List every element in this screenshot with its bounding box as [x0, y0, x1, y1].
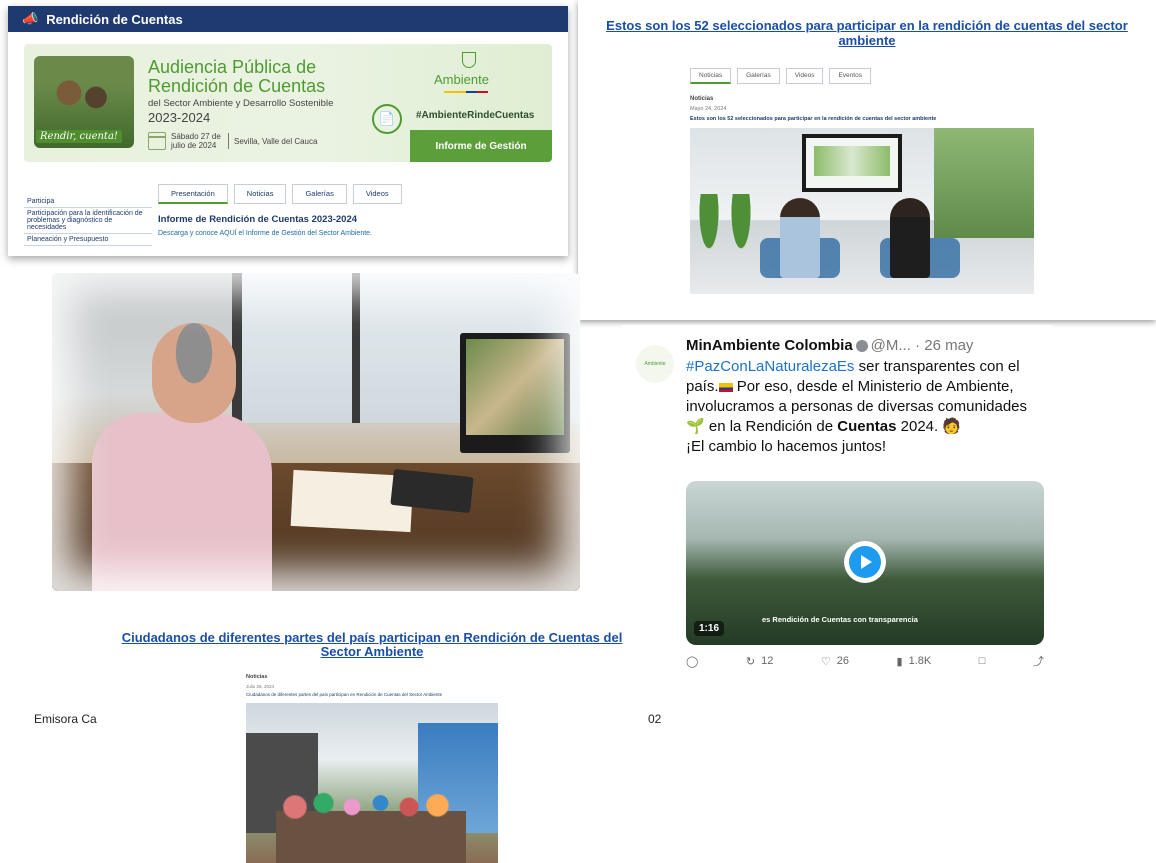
rendicion-site-screenshot: 📣 Rendición de Cuentas Rendir, cuenta! A… [8, 6, 568, 256]
person-emoji-icon: 🧑 [942, 418, 962, 435]
verified-icon [855, 340, 868, 353]
article-title: Estos son los 52 seleccionados para part… [690, 116, 937, 122]
video-caption: es Rendición de Cuentas con transparenci… [762, 615, 918, 624]
tweet-text-part: 2024. [896, 418, 939, 435]
tweet-line2: ¡El cambio lo hacemos juntos! [686, 438, 887, 455]
office-photo [52, 273, 580, 591]
tv-screen [802, 134, 902, 192]
tab-noticias[interactable]: Noticias [690, 68, 732, 84]
tweet-header: MinAmbiente Colombia @M... · 26 may [686, 337, 973, 354]
reply-button[interactable]: ◯ [686, 653, 698, 669]
hero-title: Audiencia Pública de Rendición de Cuenta… [148, 57, 326, 96]
brand-name: Ambiente [434, 72, 489, 87]
retweet-count: 12 [761, 655, 774, 667]
site-header: 📣 Rendición de Cuentas [8, 6, 568, 32]
share-button[interactable]: ⤴ [1033, 653, 1044, 669]
hero-subtitle: del Sector Ambiente y Desarrollo Sosteni… [148, 98, 334, 109]
news-tabs: Noticias Galerías Videos Eventos [690, 68, 871, 84]
retweet-button[interactable]: ↻ 12 [746, 653, 773, 669]
tab-noticias[interactable]: Noticias [233, 184, 287, 204]
section-label: Noticias [690, 96, 714, 102]
news-screenshot: Estos son los 52 seleccionados para part… [578, 0, 1156, 320]
window [934, 128, 1034, 238]
article-date: Mayo 24, 2024 [690, 106, 727, 112]
tweet-text: #PazConLaNaturalezaEs ser transparentes … [686, 357, 1046, 457]
tab-videos[interactable]: Videos [352, 184, 402, 204]
divider [228, 133, 229, 149]
bar-chart-icon: ▮ [896, 655, 903, 668]
interview-photo [690, 128, 1034, 294]
play-icon[interactable] [844, 541, 886, 583]
hashtag: #AmbienteRindeCuentas [416, 110, 535, 121]
photo-tag: Rendir, cuenta! [36, 130, 122, 143]
side-menu-item[interactable]: Planeación y Presupuesto [24, 234, 152, 246]
colombia-flag-icon [718, 382, 733, 392]
tab-presentacion[interactable]: Presentación [158, 184, 228, 204]
person [780, 198, 820, 278]
view-count: 1.8K [908, 655, 932, 667]
tweet-actions: ◯ ↻ 12 ♡ 26 ▮ 1.8K □ ⤴ [686, 653, 1044, 669]
page-number: 02 [648, 712, 662, 726]
crowd [276, 783, 466, 863]
content-tabs: Presentación Noticias Galerías Videos [158, 184, 402, 204]
document-icon: 📄 [372, 104, 402, 134]
ambiente-logo-icon [462, 52, 476, 68]
news-headline-link[interactable]: Estos son los 52 seleccionados para part… [594, 18, 1140, 48]
views-button[interactable]: ▮ 1.8K [897, 653, 932, 669]
side-menu-item[interactable]: Participa [24, 196, 152, 208]
tab-galerias[interactable]: Galerías [292, 184, 347, 204]
avatar-label: Ambiente [644, 361, 666, 367]
article-title: Ciudadanos de diferentes partes del país… [246, 692, 443, 697]
content-title: Informe de Rendición de Cuentas 2023-202… [158, 214, 358, 225]
hero-location: Sevilla, Valle del Cauca [234, 136, 318, 146]
plant-emoji-icon: 🌱 [686, 418, 705, 435]
informe-gestion-button[interactable]: Informe de Gestión [410, 130, 552, 162]
article-date: Julio 26, 2024 [246, 684, 275, 689]
hero-years: 2023-2024 [148, 110, 211, 125]
tab-eventos[interactable]: Eventos [829, 68, 871, 84]
vignette [52, 273, 580, 591]
site-title: Rendición de Cuentas [46, 11, 183, 27]
bookmark-icon: □ [978, 655, 986, 667]
tweet-text-bold: Cuentas [837, 418, 897, 435]
side-menu-item[interactable]: Participación para la identificación de … [24, 208, 152, 234]
document-page: 📣 Rendición de Cuentas Rendir, cuenta! A… [0, 0, 1156, 863]
tab-galerias[interactable]: Galerías [737, 68, 780, 84]
reply-icon: ◯ [686, 655, 699, 668]
flag-stripe [444, 91, 488, 93]
heart-icon: ♡ [820, 655, 831, 668]
side-menu: Participa Participación para la identifi… [24, 196, 152, 246]
hashtag-link[interactable]: #PazConLaNaturalezaEs [686, 358, 854, 375]
tweet-text-part: en la Rendición de [704, 418, 838, 435]
hero-banner: Rendir, cuenta! Audiencia Pública de Ren… [24, 44, 552, 162]
tweet-screenshot: Ambiente MinAmbiente Colombia @M... · 26 … [622, 325, 1052, 675]
download-link[interactable]: Descarga y conoce AQUÍ el Informe de Ges… [158, 230, 372, 237]
footer-left-label: Emisora Ca [34, 712, 97, 726]
tweet-text-part: Por eso, desde el Ministerio de Ambiente… [686, 378, 1028, 415]
tweet-author[interactable]: MinAmbiente Colombia [686, 337, 853, 354]
megaphone-icon: 📣 [22, 11, 39, 26]
tweet-time: · 26 may [915, 337, 974, 354]
section-label: Noticias [246, 674, 268, 680]
like-count: 26 [836, 655, 849, 667]
tab-videos[interactable]: Videos [785, 68, 824, 84]
calendar-icon [148, 132, 166, 150]
article-headline-link[interactable]: Ciudadanos de diferentes partes del país… [112, 631, 632, 659]
avatar[interactable]: Ambiente [636, 345, 674, 383]
bookmark-button[interactable]: □ [979, 653, 986, 669]
retweet-icon: ↻ [745, 655, 756, 668]
person [890, 198, 930, 278]
plant [730, 194, 752, 254]
tweet-video[interactable]: es Rendición de Cuentas con transparenci… [686, 481, 1044, 645]
video-duration: 1:16 [694, 621, 725, 636]
group-photo [246, 703, 498, 863]
tweet-handle[interactable]: @M... [871, 337, 911, 354]
share-icon: ⤴ [1033, 656, 1044, 668]
hero-date-row: Sábado 27 de julio de 2024 Sevilla, Vall… [148, 132, 317, 150]
hero-date: Sábado 27 de julio de 2024 [171, 132, 221, 150]
like-button[interactable]: ♡ 26 [821, 653, 849, 669]
plant [698, 194, 720, 254]
